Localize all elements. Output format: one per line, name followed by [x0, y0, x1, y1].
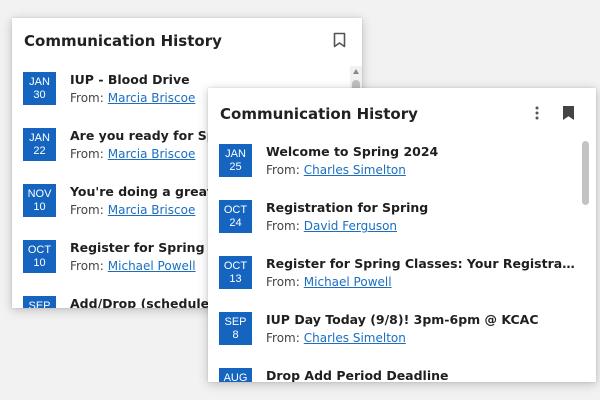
communication-item[interactable]: SEP 8 IUP Day Today (9/8)! 3pm-6pm @ KCAC…: [208, 306, 576, 362]
communication-item[interactable]: AUG Drop Add Period Deadline: [208, 362, 576, 382]
more-vertical-icon[interactable]: [532, 105, 542, 121]
communication-item[interactable]: OCT 13 Register for Spring Classes: Your …: [208, 250, 576, 306]
communication-subject[interactable]: IUP - Blood Drive: [70, 72, 362, 87]
sender-link[interactable]: Marcia Briscoe: [108, 203, 196, 217]
communication-subject[interactable]: Registration for Spring: [266, 200, 576, 215]
date-badge: SEP: [23, 296, 56, 308]
sender-link[interactable]: Michael Powell: [304, 275, 392, 289]
scrollbar-thumb[interactable]: [582, 141, 589, 205]
sender-link[interactable]: Charles Simelton: [304, 163, 406, 177]
communication-subject[interactable]: IUP Day Today (9/8)! 3pm-6pm @ KCAC: [266, 312, 576, 327]
communication-subject[interactable]: Drop Add Period Deadline: [266, 368, 576, 382]
from-line: From: Charles Simelton: [266, 331, 406, 345]
communication-subject[interactable]: Welcome to Spring 2024: [266, 144, 576, 159]
date-badge: NOV 10: [23, 184, 56, 217]
communication-history-card-front: Communication History JAN 25 Welcome to S…: [208, 88, 596, 382]
from-line: From: Michael Powell: [266, 275, 392, 289]
from-line: From: Charles Simelton: [266, 163, 406, 177]
from-line: From: David Ferguson: [266, 219, 398, 233]
from-line: From: Marcia Briscoe: [70, 91, 196, 105]
scroll-up-arrow-icon[interactable]: [353, 69, 359, 74]
communication-item[interactable]: JAN 25 Welcome to Spring 2024 From: Charle…: [208, 138, 576, 194]
date-badge: JAN 25: [219, 144, 252, 177]
sender-link[interactable]: Charles Simelton: [304, 331, 406, 345]
sender-link[interactable]: Michael Powell: [108, 259, 196, 273]
date-badge: OCT 24: [219, 200, 252, 233]
sender-link[interactable]: Marcia Briscoe: [108, 91, 196, 105]
from-line: From: Marcia Briscoe: [70, 147, 196, 161]
card-title: Communication History: [24, 32, 222, 50]
date-badge: AUG: [219, 368, 252, 382]
scrollbar[interactable]: [582, 138, 590, 382]
date-badge: JAN 30: [23, 72, 56, 105]
communication-subject[interactable]: Register for Spring Classes: Your Regist…: [266, 256, 576, 271]
date-badge: SEP 8: [219, 312, 252, 345]
bookmark-filled-icon[interactable]: [562, 105, 575, 121]
date-badge: JAN 22: [23, 128, 56, 161]
card-title: Communication History: [220, 105, 418, 123]
date-badge: OCT 10: [23, 240, 56, 273]
bookmark-outline-icon[interactable]: [333, 32, 346, 48]
sender-link[interactable]: Marcia Briscoe: [108, 147, 196, 161]
communication-item[interactable]: OCT 24 Registration for Spring From: David…: [208, 194, 576, 250]
communication-list: JAN 25 Welcome to Spring 2024 From: Charle…: [208, 138, 596, 382]
from-line: From: Marcia Briscoe: [70, 203, 196, 217]
date-badge: OCT 13: [219, 256, 252, 289]
sender-link[interactable]: David Ferguson: [304, 219, 397, 233]
from-line: From: Michael Powell: [70, 259, 196, 273]
